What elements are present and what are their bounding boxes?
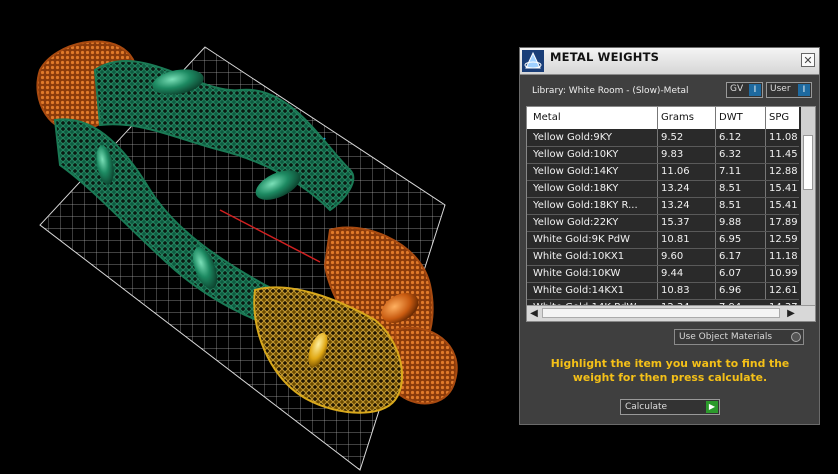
table-row[interactable]: White Gold:14KX1 10.83 6.96 12.61 [527,283,799,300]
dwt-cell: 6.17 [719,251,742,262]
spg-cell: 12.88 [769,166,798,177]
user-toggle[interactable]: User I [766,82,812,98]
grams-cell: 11.06 [661,166,690,177]
table-row[interactable]: White Gold:10KW 9.44 6.07 10.99 [527,266,799,283]
column-header-spg[interactable]: SPG [769,112,789,123]
table-row[interactable]: White Gold:10KX1 9.60 6.17 11.18 [527,249,799,266]
spg-cell: 11.45 [769,149,798,160]
spg-cell: 15.41 [769,200,798,211]
metal-cell: Yellow Gold:18KY R... [533,200,638,211]
grams-cell: 9.52 [661,132,684,143]
metal-cell: White Gold:10KX1 [533,251,625,262]
gv-toggle-icon: I [749,84,761,96]
metal-cell: White Gold:9K PdW [533,234,630,245]
dwt-cell: 8.51 [719,183,742,194]
table-row[interactable]: Yellow Gold:22KY 15.37 9.88 17.89 [527,215,799,232]
dwt-cell: 8.51 [719,200,742,211]
grams-cell: 10.81 [661,234,690,245]
grams-cell: 13.24 [661,200,690,211]
grams-cell: 10.83 [661,285,690,296]
table-row[interactable]: Yellow Gold:14KY 11.06 7.11 12.88 [527,164,799,181]
radio-icon [791,332,801,342]
spg-cell: 10.99 [769,268,798,279]
metal-cell: Yellow Gold:10KY [533,149,619,160]
metal-cell: Yellow Gold:18KY [533,183,619,194]
dwt-cell: 7.11 [719,166,742,177]
dwt-cell: 9.88 [719,217,742,228]
metal-cell: White Gold:14KX1 [533,285,625,296]
spg-cell: 12.61 [769,285,798,296]
use-object-materials-toggle[interactable]: Use Object Materials [674,329,804,345]
vertical-scrollbar[interactable] [801,107,815,305]
close-icon[interactable]: ✕ [801,53,815,67]
dwt-cell: 6.07 [719,268,742,279]
grams-cell: 9.83 [661,149,684,160]
play-icon: ▶ [706,401,718,413]
spg-cell: 15.41 [769,183,798,194]
user-toggle-label: User [770,84,791,94]
metal-cell: Yellow Gold:14KY [533,166,619,177]
dwt-cell: 6.32 [719,149,742,160]
library-label: Library: White Room - (Slow)-Metal [532,86,689,96]
horizontal-scrollbar[interactable]: ◀ ▶ [527,305,815,321]
table-row[interactable]: White Gold:9K PdW 10.81 6.95 12.59 [527,232,799,249]
scroll-right-icon[interactable]: ▶ [785,307,797,320]
instruction-text: Highlight the item you want to find the … [550,357,790,384]
column-header-metal[interactable]: Metal [533,112,561,123]
panel-titlebar[interactable]: METAL WEIGHTS ✕ [520,48,819,75]
metal-table: Metal Grams DWT SPG Yellow Gold:9KY 9.52 6… [526,106,816,322]
dwt-cell: 6.95 [719,234,742,245]
grams-cell: 9.60 [661,251,684,262]
user-toggle-icon: I [798,84,810,96]
spg-cell: 17.89 [769,217,798,228]
metal-cell: Yellow Gold:22KY [533,217,619,228]
metal-cell: Yellow Gold:9KY [533,132,612,143]
column-header-grams[interactable]: Grams [661,112,694,123]
dwt-cell: 6.12 [719,132,742,143]
table-row[interactable]: Yellow Gold:10KY 9.83 6.32 11.45 [527,147,799,164]
grams-cell: 13.24 [661,183,690,194]
grams-cell: 9.44 [661,268,684,279]
table-header: Metal Grams DWT SPG [527,107,799,129]
spg-cell: 12.59 [769,234,798,245]
column-header-dwt[interactable]: DWT [719,112,743,123]
table-row[interactable]: Yellow Gold:9KY 9.52 6.12 11.08 [527,130,799,147]
gv-toggle[interactable]: GV I [726,82,763,98]
table-row[interactable]: Yellow Gold:18KY R... 13.24 8.51 15.41 [527,198,799,215]
table-row[interactable]: Yellow Gold:18KY 13.24 8.51 15.41 [527,181,799,198]
calculate-label: Calculate [625,402,668,412]
dwt-cell: 6.96 [719,285,742,296]
metal-weights-panel: METAL WEIGHTS ✕ Library: White Room - (S… [519,47,820,425]
metal-cell: White Gold:10KW [533,268,621,279]
horizontal-scroll-thumb[interactable] [542,308,780,318]
matrix-logo-icon [522,50,544,72]
calculate-button[interactable]: Calculate ▶ [620,399,720,415]
grams-cell: 15.37 [661,217,690,228]
table-body: Yellow Gold:9KY 9.52 6.12 11.08 Yellow Gold:… [527,130,799,317]
panel-title: METAL WEIGHTS [550,50,660,64]
gv-toggle-label: GV [730,84,744,94]
use-object-materials-label: Use Object Materials [679,332,773,342]
spg-cell: 11.18 [769,251,798,262]
spg-cell: 11.08 [769,132,798,143]
scroll-left-icon[interactable]: ◀ [528,307,540,320]
vertical-scroll-thumb[interactable] [803,135,813,190]
